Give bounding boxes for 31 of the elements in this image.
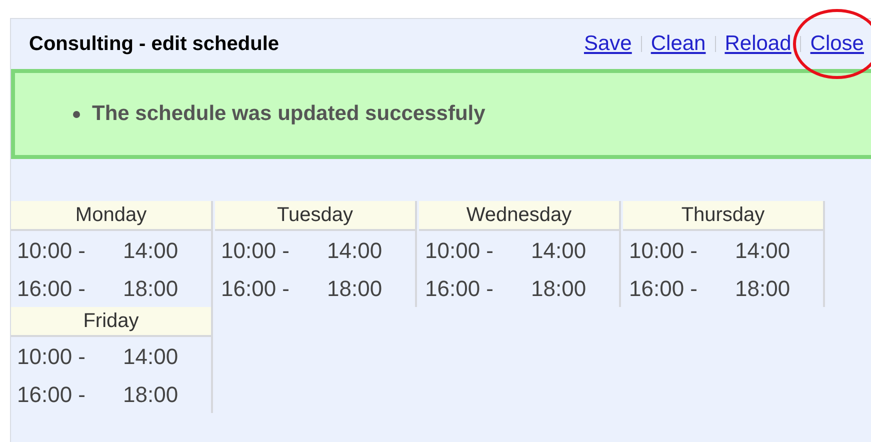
slot-end: 18:00 (123, 380, 178, 408)
success-message: The schedule was updated successfuly (92, 101, 486, 128)
toolbar-link[interactable]: Reload (724, 28, 792, 60)
slot-end: 18:00 (531, 274, 586, 302)
day-header: Tuesday (215, 201, 415, 231)
slot-start: 10:00 - (17, 342, 86, 370)
toolbar-link[interactable]: Clean (650, 28, 706, 60)
slot-end: 18:00 (327, 274, 382, 302)
toolbar-link[interactable]: Save (584, 28, 632, 60)
slot-end: 14:00 (531, 236, 586, 264)
slot-start: 10:00 - (17, 236, 86, 264)
slot-end: 14:00 (327, 236, 382, 264)
slot-end: 18:00 (123, 274, 178, 302)
slot-end: 18:00 (735, 274, 790, 302)
day-header: Friday (11, 307, 211, 337)
slot-start: 16:00 - (629, 274, 698, 302)
slot-start: 10:00 - (221, 236, 290, 264)
slot-start: 16:00 - (221, 274, 290, 302)
panel-title: Consulting - edit schedule (29, 32, 280, 57)
slot-start: 16:00 - (17, 274, 86, 302)
slot-start: 16:00 - (425, 274, 494, 302)
slot-start: 10:00 - (629, 236, 698, 264)
day-header: Wednesday (419, 201, 619, 231)
slot-end: 14:00 (123, 342, 178, 370)
slot-end: 14:00 (735, 236, 790, 264)
slot-start: 10:00 - (425, 236, 494, 264)
slot-end: 14:00 (123, 236, 178, 264)
day-header: Monday (11, 201, 211, 231)
slot-start: 16:00 - (17, 380, 86, 408)
day-header: Thursday (623, 201, 823, 231)
bullet-icon (73, 110, 80, 118)
